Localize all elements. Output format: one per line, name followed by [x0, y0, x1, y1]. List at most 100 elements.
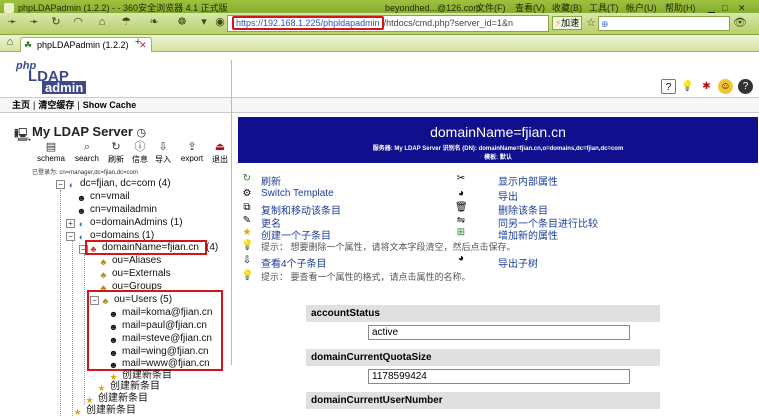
tree-node-root[interactable]: ◐ dc=fjian, dc=com (4) — [66, 178, 171, 191]
search-go-icon[interactable]: 👁 — [732, 16, 748, 31]
logout-icon: ⏏ — [214, 141, 226, 153]
attribute-value-input[interactable]: 1178599424 — [368, 369, 630, 384]
tool-schema[interactable]: ▤ schema — [34, 141, 68, 163]
tree-node-mail[interactable]: ☻ mail=paul@fjian.cn — [108, 320, 207, 333]
user-icon: ☻ — [108, 309, 119, 319]
node-label: mail=paul@fjian.cn — [122, 320, 207, 331]
action-export-subtree[interactable]: 导出子树 — [498, 255, 538, 270]
node-label: domainName=fjian.cn — [102, 242, 199, 253]
export-subtree-icon: ◕ — [457, 253, 465, 264]
attribute-value-input[interactable]: active — [368, 325, 630, 340]
search-icon: ⌕ — [83, 141, 91, 153]
tool-search[interactable]: ⌕ search — [72, 141, 102, 163]
switch-template-icon: ⚙ — [242, 188, 252, 199]
tool-label: 退出 — [212, 155, 228, 164]
tool-label: schema — [36, 154, 65, 163]
favorites-icon[interactable]: ☸ — [174, 15, 190, 30]
tree-node-domainname[interactable]: ♣ domainName=fjian.cn — [88, 242, 199, 255]
smiley-icon[interactable]: ☺ — [718, 79, 733, 94]
export-icon: ◕ — [457, 188, 465, 199]
action-view-children[interactable]: 查看4个子条目 — [261, 255, 327, 270]
address-bar[interactable]: https://192.168.1.225/phpldapadmin/htdoc… — [227, 15, 549, 32]
tool-import[interactable]: ⇩ 导入 — [152, 141, 174, 165]
tree-node-externals[interactable]: ♣ ou=Externals — [98, 268, 171, 281]
refresh-icon[interactable]: ↻ — [48, 15, 64, 30]
tool-logout[interactable]: ⏏ 退出 — [208, 141, 232, 165]
lightbulb-icon: 💡 — [241, 240, 254, 251]
home-icon[interactable]: ⌂ — [94, 15, 110, 30]
node-label: 创建新条目 — [110, 381, 160, 392]
action-switch-template[interactable]: Switch Template — [261, 188, 334, 199]
url-highlighted[interactable]: https://192.168.1.225/phpldapadmin — [232, 16, 384, 30]
help-circle-icon[interactable]: ? — [738, 79, 753, 94]
bookmark-star-icon[interactable]: ☆ — [583, 16, 599, 31]
speed-up-button[interactable]: ⚡加速 — [552, 16, 582, 30]
trash-icon: 🗑 — [455, 202, 468, 213]
idea-icon[interactable]: 💡 — [680, 79, 695, 94]
attribute-name[interactable]: domainCurrentQuotaSize — [306, 349, 660, 366]
node-label: ou=Users (5) — [114, 294, 173, 305]
attribute-name[interactable]: accountStatus — [306, 305, 660, 322]
undo-close-icon[interactable]: ☂ — [118, 15, 134, 30]
clock-icon[interactable]: ◷ — [137, 127, 147, 139]
tree-node-users[interactable]: ♣ ou=Users (5) — [100, 294, 173, 307]
info-icon: ⓘ — [134, 141, 146, 153]
collapse-toggle[interactable]: − — [56, 180, 65, 189]
mouse-gesture-icon[interactable]: ❧ — [146, 15, 162, 30]
search-input[interactable]: ⊕ — [598, 16, 730, 31]
expand-toggle[interactable]: + — [66, 219, 75, 228]
tree-node-vmailadmin[interactable]: ☻ cn=vmailadmin — [76, 204, 157, 217]
hint-attribute-format: 提示： 要查看一个属性的格式，请点击属性的名称。 — [261, 272, 471, 282]
node-label: mail=koma@fjian.cn — [122, 307, 213, 318]
logged-in-as: 已登录为: cn=manager,dc=fjian,dc=com — [32, 170, 138, 176]
user-icon: ☻ — [108, 322, 119, 332]
tool-label: 导入 — [155, 155, 171, 164]
server-icon: 🖳 — [14, 127, 32, 142]
schema-icon: ▤ — [45, 141, 57, 153]
entry-title: domainName=fjian.cn — [430, 124, 566, 140]
dropdown-icon[interactable]: ▾ — [196, 15, 212, 30]
user-icon: ☻ — [76, 206, 87, 216]
collapse-toggle[interactable]: − — [90, 296, 99, 305]
org-icon: ◐ — [78, 219, 85, 229]
lightbulb-icon: 💡 — [241, 270, 254, 281]
add-attribute-icon: ⊞ — [456, 227, 466, 238]
help-icon[interactable]: ? — [661, 79, 676, 94]
create-new-entry[interactable]: ★ 创建新条目 — [72, 405, 136, 418]
tree-node-domainadmins[interactable]: ◐ o=domainAdmins (1) — [76, 217, 183, 230]
forward-icon[interactable]: ➛ — [26, 15, 42, 30]
tree-node-mail[interactable]: ☻ mail=steve@fjian.cn — [108, 333, 212, 346]
tools-icon: ✂ — [456, 173, 466, 184]
ou-icon: ♣ — [100, 257, 107, 267]
tool-refresh[interactable]: ↻ 刷新 — [104, 141, 128, 165]
tab-home-icon[interactable]: ⌂ — [2, 35, 18, 50]
back-icon[interactable]: ➛ — [4, 15, 20, 30]
tree-node-aliases[interactable]: ♣ ou=Aliases — [98, 255, 162, 268]
entry-template: 模板: 默认 — [484, 155, 512, 161]
tool-export[interactable]: ⇪ export — [176, 141, 208, 163]
action-show-internal[interactable]: 显示内部属性 — [498, 173, 558, 188]
export-icon: ⇪ — [187, 141, 197, 153]
new-tab-icon[interactable]: + — [130, 35, 146, 50]
node-label: mail=steve@fjian.cn — [122, 333, 212, 344]
search-engine-icon: ⊕ — [601, 19, 609, 29]
attribute-name[interactable]: domainCurrentUserNumber — [306, 392, 660, 409]
tab-label: phpLDAPadmin (1.2.2) — [37, 40, 129, 50]
node-label: 创建新条目 — [86, 405, 136, 416]
tool-info[interactable]: ⓘ 信息 — [128, 141, 152, 165]
action-export[interactable]: 导出 — [498, 188, 518, 203]
tree-line — [72, 241, 73, 416]
tree-node-mail[interactable]: ☻ mail=koma@fjian.cn — [108, 307, 213, 320]
bug-icon[interactable]: ✱ — [699, 79, 714, 94]
entry-subtitle: 服务器: My LDAP Server 识别名 (DN): domainName… — [372, 146, 624, 152]
action-refresh[interactable]: 刷新 — [261, 173, 281, 188]
tree-line — [60, 190, 61, 416]
url-rest[interactable]: /htdocs/cmd.php?server_id=1&n — [384, 18, 513, 28]
node-label: cn=vmail — [90, 191, 130, 202]
refresh-icon: ↻ — [242, 173, 252, 184]
collapse-toggle[interactable]: − — [66, 232, 75, 241]
view-children-icon: ⇩ — [242, 255, 252, 266]
stop-icon[interactable]: ◠ — [70, 15, 86, 30]
tree-node-vmail[interactable]: ☻ cn=vmail — [76, 191, 130, 204]
star-icon: ★ — [73, 407, 82, 417]
